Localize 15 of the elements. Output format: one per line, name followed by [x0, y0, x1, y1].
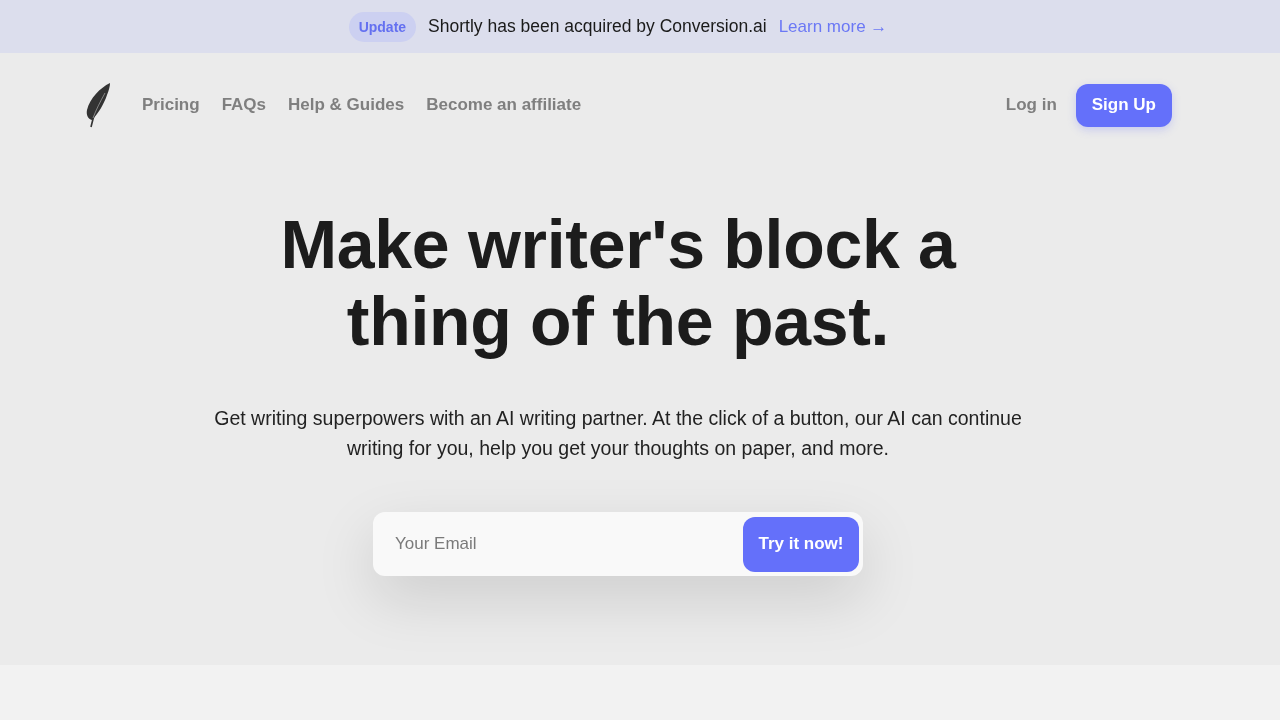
- try-it-now-button[interactable]: Try it now!: [743, 516, 859, 572]
- announcement-text: Shortly has been acquired by Conversion.ai: [428, 16, 767, 37]
- learn-more-link[interactable]: Learn more →: [778, 16, 888, 37]
- login-link[interactable]: Log in: [1005, 95, 1057, 115]
- feather-logo-icon[interactable]: [84, 82, 112, 128]
- signup-button[interactable]: Sign Up: [1075, 83, 1172, 127]
- hero-subtitle: Get writing superpowers with an AI writing partner. At the click of a button, our AI can continue writing for you, help you get your thoughts on paper, and more.: [213, 406, 1023, 461]
- update-badge: Update: [348, 11, 417, 42]
- nav-link[interactable]: FAQs: [221, 95, 267, 115]
- email-input[interactable]: Your Email: [373, 512, 743, 576]
- nav-link[interactable]: Become an affiliate: [426, 95, 582, 115]
- nav-link[interactable]: Pricing: [142, 95, 200, 115]
- email-form[interactable]: Your Email Try it now!: [373, 512, 863, 576]
- nav-link[interactable]: Help & Guides: [288, 95, 405, 115]
- hero-headline: Make writer's block a thing of the past.: [279, 206, 958, 360]
